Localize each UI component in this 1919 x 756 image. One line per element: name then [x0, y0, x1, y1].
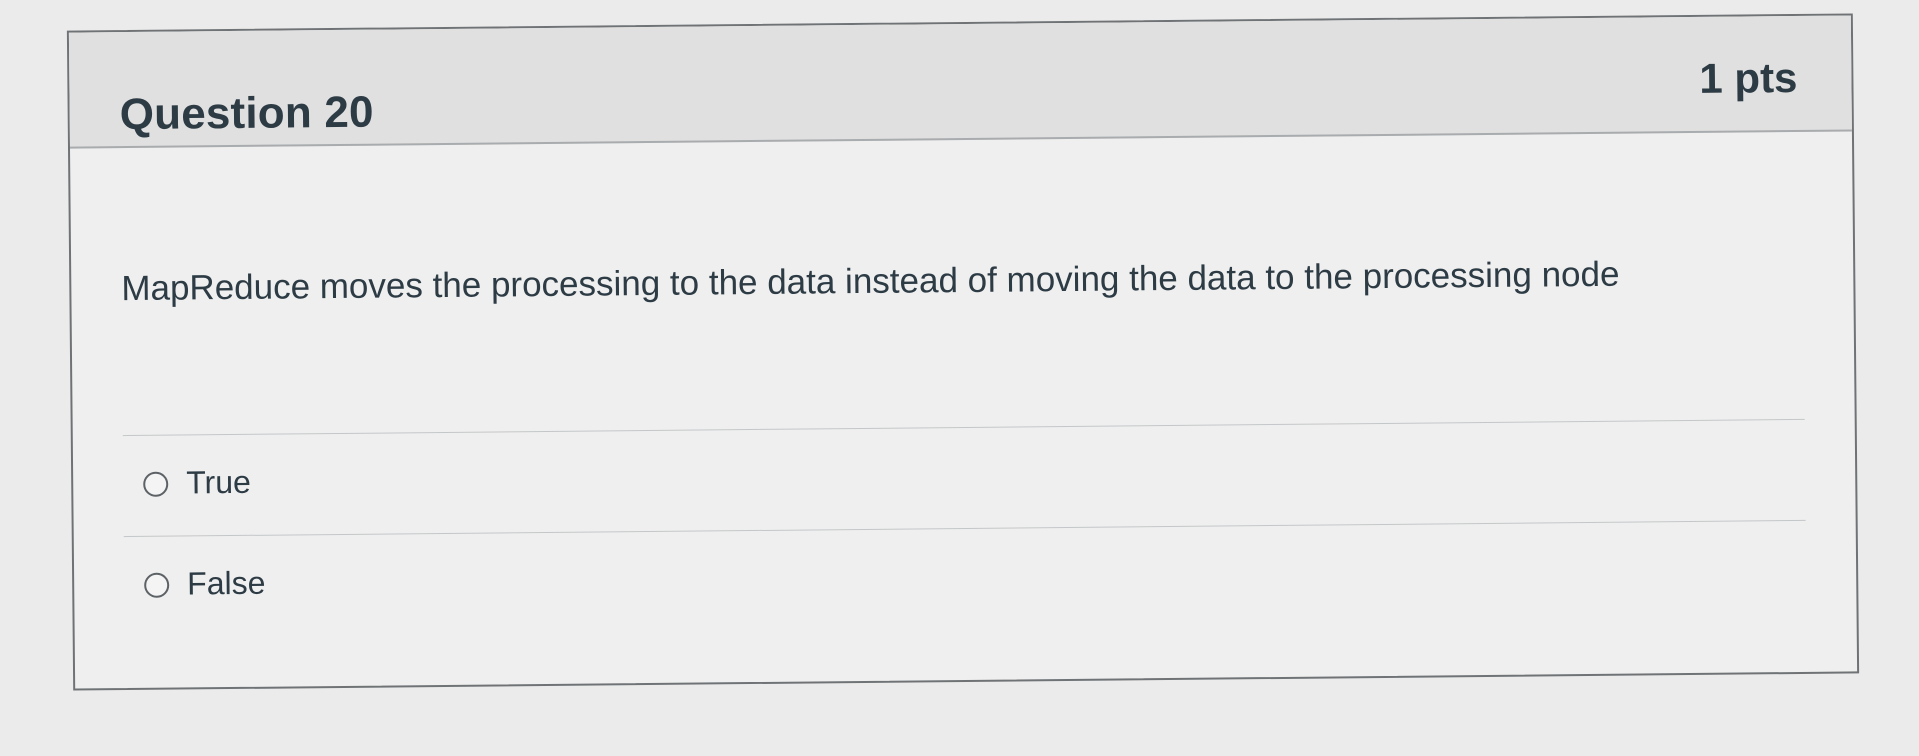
question-card: Question 20 1 pts MapReduce moves the pr…	[66, 13, 1860, 691]
question-body: MapReduce moves the processing to the da…	[70, 131, 1857, 688]
radio-button-false[interactable]	[144, 572, 170, 598]
question-title: Question 20	[119, 87, 374, 140]
answer-label-false[interactable]: False	[187, 565, 266, 603]
answer-option-false[interactable]: False	[124, 521, 1807, 637]
question-header: Question 20 1 pts	[68, 15, 1852, 149]
answer-list: True False	[122, 418, 1807, 637]
question-points: 1 pts	[1699, 53, 1798, 102]
question-text: MapReduce moves the processing to the da…	[121, 254, 1620, 309]
radio-button-true[interactable]	[143, 471, 169, 497]
answer-option-true[interactable]: True	[123, 420, 1806, 536]
answer-label-true[interactable]: True	[186, 464, 251, 502]
